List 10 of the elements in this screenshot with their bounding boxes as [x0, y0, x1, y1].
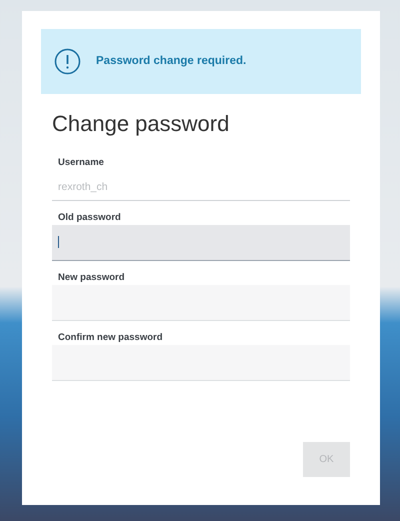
field-label: Confirm new password [57, 330, 164, 344]
password-field[interactable] [52, 224, 350, 260]
alert-icon [54, 48, 81, 75]
field-label: New password [57, 270, 126, 284]
text-cursor [58, 236, 59, 248]
username-value: rexroth_ch [57, 180, 109, 194]
dialog-title: Change password [52, 110, 230, 138]
alert-message: Password change required. [96, 54, 246, 69]
field-label: Old password [57, 210, 122, 224]
field-label: Username [57, 156, 105, 170]
